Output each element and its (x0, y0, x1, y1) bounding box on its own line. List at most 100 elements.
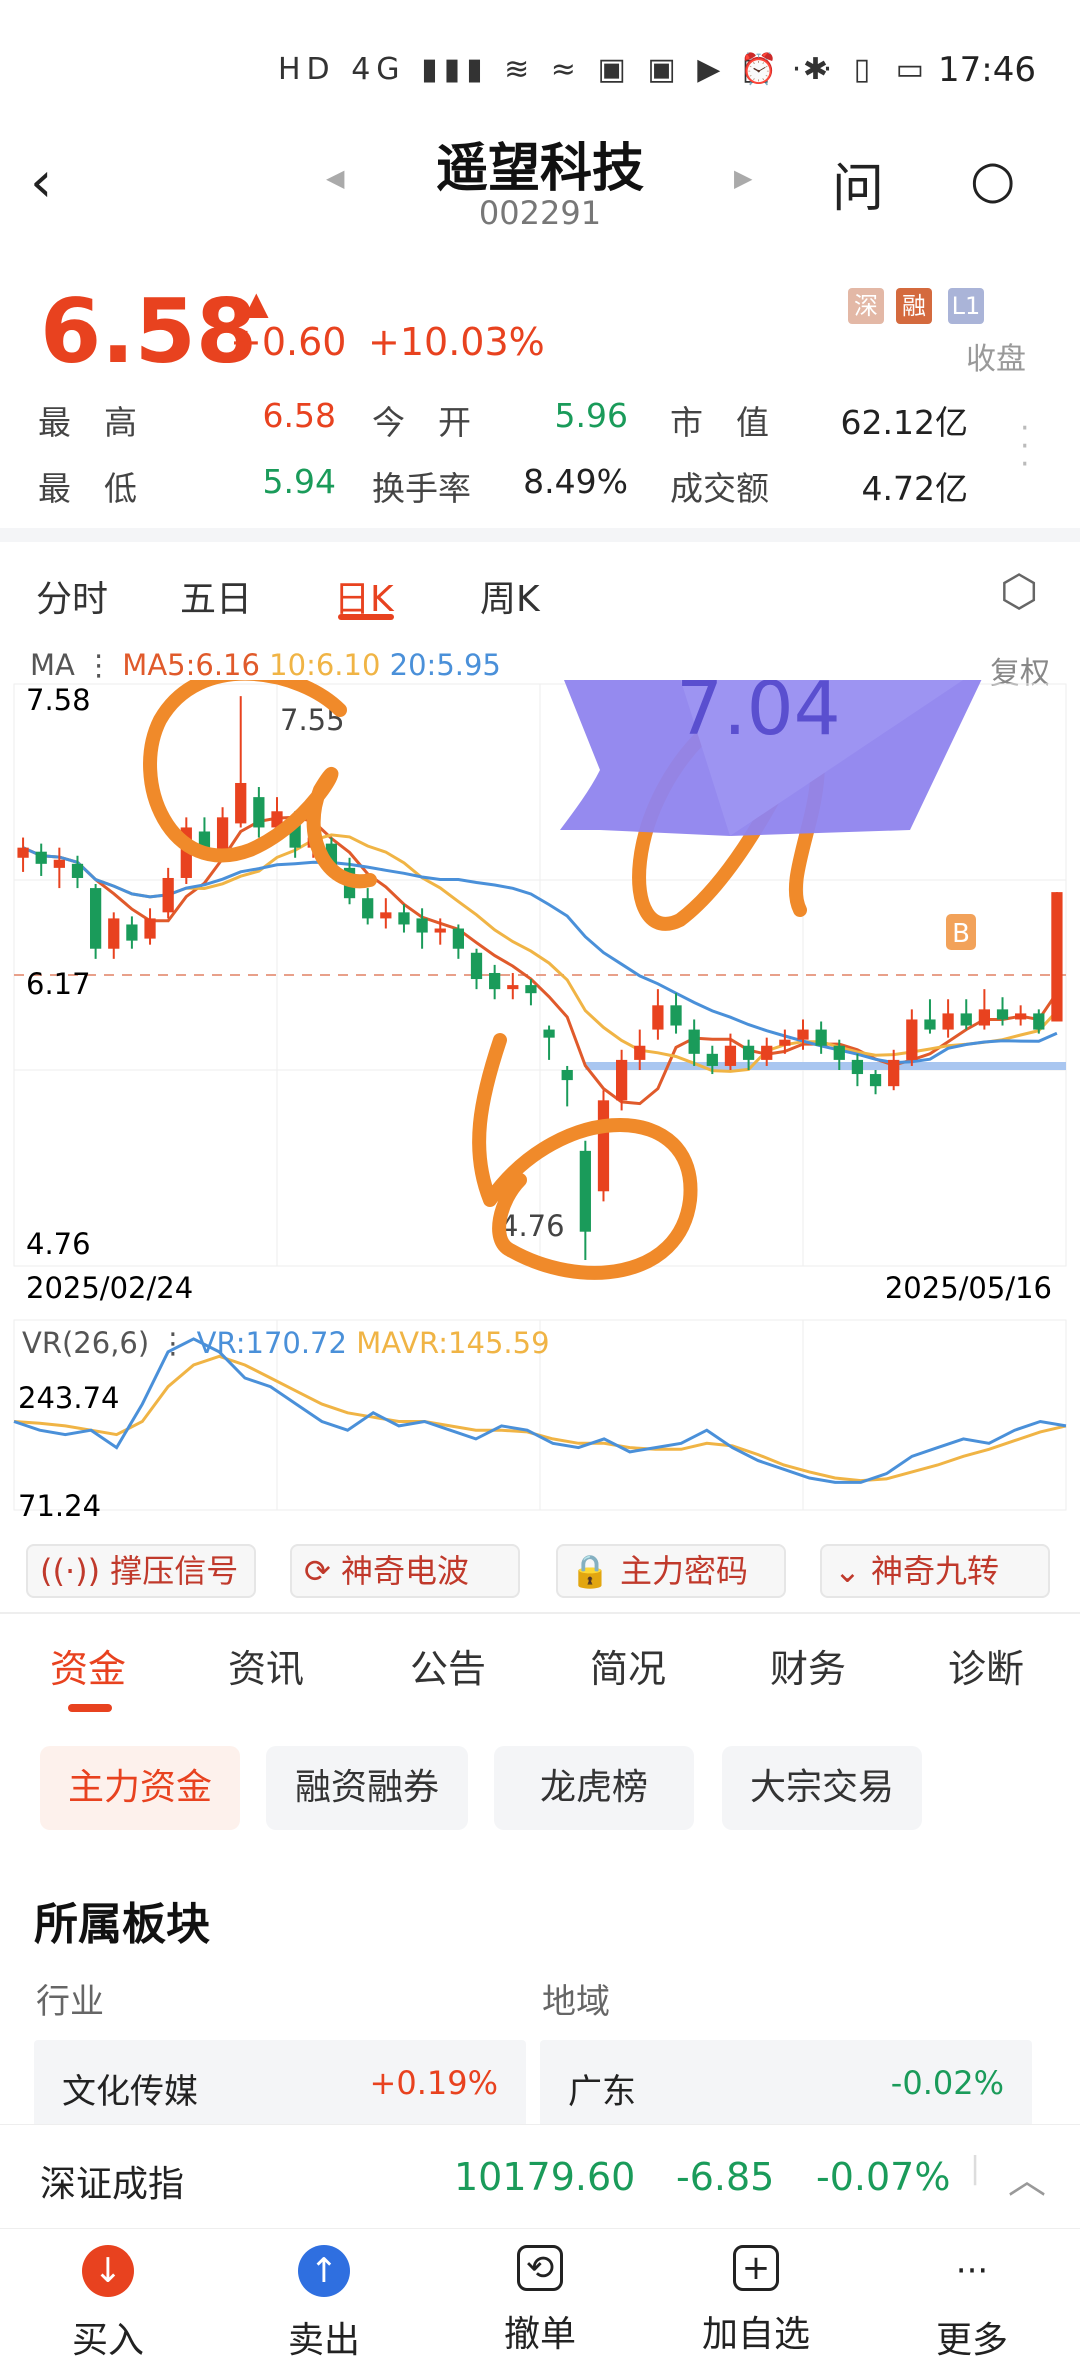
candle-body (615, 1059, 628, 1101)
signal-btn-support[interactable]: ((·)) 撑压信号 (26, 1544, 256, 1598)
signal-btn-password[interactable]: 🔒 主力密码 (556, 1544, 786, 1598)
candle-body (235, 782, 247, 824)
vr-ytick-top: 243.74 (18, 1381, 119, 1415)
tab-wuri[interactable]: 五日 (180, 570, 252, 622)
candle-body (869, 1074, 882, 1087)
candle-body (525, 985, 537, 994)
candle-body (761, 1045, 773, 1060)
candle-body (89, 888, 102, 949)
settings-icon[interactable]: ⬡ (1000, 566, 1038, 617)
candle-body (851, 1059, 864, 1075)
more-stats-icon[interactable]: · · · (1020, 414, 1030, 480)
vr-legend: VR(26,6) ⋮ VR:170.72 MAVR:145.59 (22, 1326, 550, 1360)
region-name: 广东 (568, 2072, 636, 2112)
candle-body (652, 1005, 664, 1030)
stat-value-turnover: 8.49% (523, 462, 628, 501)
tab-zhouk[interactable]: 周K (480, 570, 540, 622)
signal-b-label: B (952, 919, 970, 949)
signal-password-label: 主力密码 (620, 1552, 749, 1590)
region-change: -0.02% (890, 2064, 1004, 2102)
stock-header: ‹ ◀ 遥望科技 002291 ▶ 问 ○ (0, 120, 1080, 240)
target-bubble: 目标 7.04 (560, 680, 982, 836)
cancel-order-button[interactable]: ⟲ 撤单 (470, 2245, 610, 2357)
sell-icon: ↑ (298, 2245, 350, 2297)
tab-notices[interactable]: 公告 (410, 1638, 486, 1693)
ytick-top: 7.58 (26, 683, 91, 717)
subtab-main-funds[interactable]: 主力资金 (40, 1746, 240, 1830)
vr-value: VR:170.72 (196, 1326, 347, 1360)
candle-body (960, 1013, 972, 1026)
ytick-mid: 6.17 (26, 967, 91, 1001)
stat-label-turnover: 换手率 (372, 469, 471, 508)
candle-body (797, 1029, 809, 1040)
region-label: 地域 (542, 1982, 610, 2022)
stat-label-high: 最 高 (38, 403, 137, 442)
subtab-margin[interactable]: 融资融券 (266, 1746, 468, 1830)
status-bar: HD 4G ▮▮▮ ≋ ≈ ▣ ▣ ▶ ▣ ··· ⏰ ✱ ▯ ▭ 17:46 (0, 0, 1080, 120)
vr-prefix[interactable]: VR(26,6) ⋮ (22, 1326, 187, 1360)
candle-body (17, 847, 29, 858)
candle-body (561, 1070, 573, 1081)
ask-icon[interactable]: 问 (832, 146, 884, 221)
stat-value-mktcap: 62.12亿 (840, 403, 968, 442)
signal-b-marker[interactable]: B (946, 914, 976, 950)
region-card[interactable]: 广东 -0.02% (540, 2040, 1032, 2130)
sell-button[interactable]: ↑ 卖出 (254, 2245, 394, 2363)
stat-value-amount: 4.72亿 (861, 469, 968, 508)
low-marker: 4.76 (500, 1209, 565, 1243)
tab-finance[interactable]: 财务 (770, 1638, 846, 1693)
candle-body (216, 817, 229, 852)
market-status: 收盘 (966, 342, 1026, 377)
industry-label: 行业 (36, 1982, 104, 2022)
candle-body (888, 1059, 900, 1087)
more-button[interactable]: ··· 更多 (902, 2245, 1042, 2363)
ma-prefix[interactable]: MA ⋮ (30, 648, 113, 682)
badge-l1[interactable]: L1 (948, 288, 984, 324)
signal-support-icon: ((·)) (40, 1552, 101, 1590)
candle-body (706, 1053, 718, 1066)
candle-body (996, 1009, 1009, 1020)
candle-body (942, 1013, 954, 1030)
chevron-up-icon[interactable]: ︿ (1008, 2149, 1046, 2204)
industry-card[interactable]: 文化传媒 +0.19% (34, 2040, 526, 2130)
candle-body (35, 851, 47, 864)
badge-rong: 融 (896, 288, 932, 324)
stat-label-amount: 成交额 (670, 469, 769, 508)
tab-diagnosis[interactable]: 诊断 (948, 1638, 1024, 1693)
tab-news[interactable]: 资讯 (228, 1638, 304, 1693)
stat-label-low: 最 低 (38, 469, 137, 508)
badge-shen: 深 (848, 288, 884, 324)
info-tab-underline (68, 1704, 112, 1712)
kline-chart[interactable]: 7.58 6.17 4.76 2025/02/24 2025/05/16 7.5… (0, 680, 1080, 1540)
sector-title: 所属板块 (34, 1899, 210, 1950)
stat-value-low: 5.94 (262, 462, 336, 501)
subtab-block-trade[interactable]: 大宗交易 (722, 1746, 922, 1830)
buy-button[interactable]: ↓ 买入 (38, 2245, 178, 2363)
index-change-pct: -0.07% (816, 2155, 951, 2199)
xtick-end: 2025/05/16 (885, 1271, 1052, 1305)
signal-btn-nine[interactable]: ⌄ 神奇九转 (820, 1544, 1050, 1598)
tab-profile[interactable]: 简况 (590, 1638, 666, 1693)
candle-body (253, 797, 265, 828)
candle-body (507, 985, 519, 990)
signal-btn-wave[interactable]: ⟳ 神奇电波 (290, 1544, 520, 1598)
vr-ytick-bottom: 71.24 (18, 1489, 101, 1523)
next-stock-icon[interactable]: ▶ (734, 164, 752, 192)
industry-change: +0.19% (369, 2064, 498, 2102)
index-bar[interactable]: 深证成指 10179.60 -6.85 -0.07% | ︿ (0, 2124, 1080, 2228)
tab-funds[interactable]: 资金 (50, 1638, 126, 1693)
buy-icon: ↓ (82, 2245, 134, 2297)
candle-body (1033, 1013, 1045, 1030)
subtab-dragon-tiger[interactable]: 龙虎榜 (494, 1746, 694, 1830)
tab-fenshi[interactable]: 分时 (36, 570, 108, 622)
add-watchlist-button[interactable]: + 加自选 (686, 2245, 826, 2357)
search-icon[interactable]: ○ (970, 150, 1015, 210)
candle-body (815, 1029, 827, 1046)
candle-body (416, 918, 428, 933)
stat-label-open: 今 开 (372, 403, 471, 442)
candle-body (670, 1005, 682, 1026)
lock-icon: 🔒 (570, 1552, 610, 1590)
candle-body (398, 912, 410, 925)
divider (0, 528, 1080, 542)
cancel-order-label: 撤单 (503, 2314, 576, 2355)
